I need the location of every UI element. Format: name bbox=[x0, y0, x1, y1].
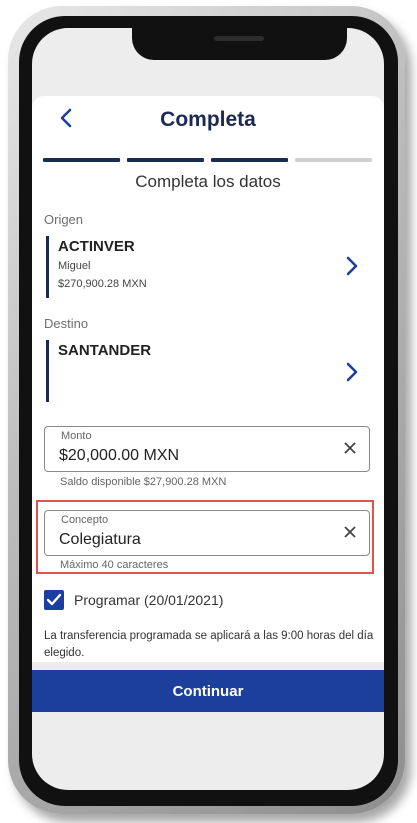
amount-field: Monto bbox=[44, 426, 370, 472]
origin-label: Origen bbox=[44, 212, 84, 227]
schedule-note: La transferencia programada se aplicará … bbox=[44, 630, 374, 659]
close-icon[interactable] bbox=[343, 441, 357, 455]
concept-helper: Máximo 40 caracteres bbox=[60, 559, 169, 571]
destination-account-bar bbox=[46, 340, 49, 402]
check-icon bbox=[46, 593, 62, 606]
page-title: Completa bbox=[160, 108, 256, 131]
transfer-form-card: Completa Completa los datos Origen ACTIN… bbox=[32, 96, 384, 662]
origin-account-bar bbox=[46, 236, 49, 298]
origin-balance: $270,900.28 MXN bbox=[58, 278, 147, 290]
progress-step-2 bbox=[127, 158, 204, 162]
destination-bank-name: SANTANDER bbox=[58, 342, 152, 359]
destination-label: Destino bbox=[44, 316, 89, 331]
schedule-checkbox[interactable] bbox=[44, 590, 64, 610]
progress-step-4 bbox=[295, 158, 372, 162]
phone-notch bbox=[132, 28, 347, 60]
section-subtitle: Completa los datos bbox=[135, 172, 281, 191]
progress-step-1 bbox=[43, 158, 120, 162]
concept-input[interactable] bbox=[59, 529, 319, 551]
origin-bank-name: ACTINVER bbox=[58, 238, 135, 255]
concept-field-label: Concepto bbox=[61, 514, 109, 526]
chevron-right-icon bbox=[346, 256, 358, 276]
close-icon[interactable] bbox=[343, 525, 357, 539]
app-header: Completa bbox=[32, 96, 384, 144]
schedule-label: Programar (20/01/2021) bbox=[74, 592, 224, 608]
progress-step-3 bbox=[211, 158, 288, 162]
speaker-grille bbox=[214, 36, 264, 41]
phone-screen: Completa Completa los datos Origen ACTIN… bbox=[32, 28, 384, 790]
continue-button[interactable]: Continuar bbox=[32, 670, 384, 712]
amount-input[interactable] bbox=[59, 445, 319, 467]
destination-account-selector[interactable]: SANTANDER bbox=[44, 338, 374, 404]
origin-holder: Miguel bbox=[58, 260, 91, 272]
progress-steps bbox=[43, 158, 373, 162]
amount-field-label: Monto bbox=[61, 430, 92, 442]
amount-helper: Saldo disponible $27,900.28 MXN bbox=[60, 476, 227, 488]
chevron-right-icon bbox=[346, 362, 358, 382]
concept-field: Concepto bbox=[44, 510, 370, 556]
origin-account-selector[interactable]: ACTINVER Miguel $270,900.28 MXN bbox=[44, 234, 374, 300]
